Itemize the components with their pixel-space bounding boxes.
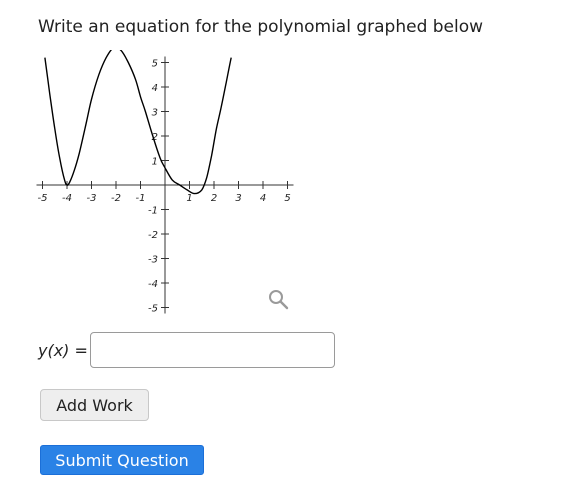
x-tick-label: -5 [38,193,48,204]
answer-input[interactable] [90,332,335,368]
question-prompt: Write an equation for the polynomial gra… [38,17,484,37]
y-tick-label: -2 [148,230,158,241]
polynomial-curve [44,50,232,195]
magnifier-icon[interactable] [266,287,290,311]
y-tick-label: -5 [148,304,158,315]
y-tick-label: 3 [152,108,158,119]
equals-sign: = [69,341,88,360]
function-name: y(x) [38,341,70,360]
polynomial-graph: -5 -4 -3 -2 -1 1 2 3 4 5-5-4-3-2-112345 [36,50,294,315]
y-tick-label: -4 [148,279,158,290]
x-tick-label: -2 [111,193,121,204]
x-tick-label: 2 [211,193,217,204]
x-tick-label: 3 [235,193,241,204]
add-work-button[interactable]: Add Work [40,389,149,421]
x-tick-label: 4 [260,193,266,204]
x-tick-label: 1 [186,193,192,204]
y-tick-label: 4 [152,83,158,94]
x-tick-label: 5 [284,193,290,204]
x-tick-label: -4 [62,193,72,204]
y-tick-label: 1 [152,157,158,168]
y-tick-label: 5 [152,59,158,70]
y-tick-label: -3 [148,255,158,266]
x-tick-label: -3 [87,193,97,204]
y-tick-label: -1 [148,206,158,217]
answer-label: y(x) = [38,341,88,360]
submit-question-button[interactable]: Submit Question [40,445,204,475]
x-tick-label: -1 [136,193,146,204]
